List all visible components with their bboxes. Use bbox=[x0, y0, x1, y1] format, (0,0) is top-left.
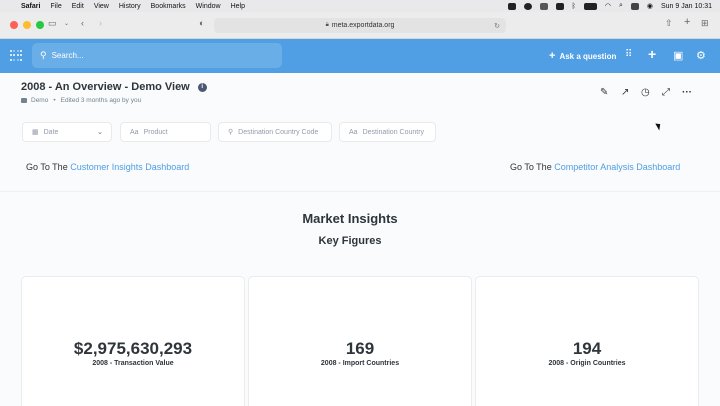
calendar-icon: ▦ bbox=[32, 129, 39, 136]
address-bar-url: meta.exportdata.org bbox=[331, 22, 395, 29]
settings-gear-icon[interactable]: ⚙ bbox=[696, 49, 706, 62]
filter-destination-country[interactable]: Aa Destination Country bbox=[339, 122, 436, 142]
kpi-label[interactable]: 2008 - Transaction Value bbox=[22, 360, 244, 367]
kpi-card-transaction-value[interactable]: $2,975,630,293 2008 - Transaction Value bbox=[21, 276, 245, 406]
section-divider bbox=[0, 191, 720, 192]
chevron-down-icon: ⌄ bbox=[97, 129, 103, 136]
kpi-value: 194 bbox=[572, 339, 602, 358]
activity-icon[interactable] bbox=[539, 2, 548, 10]
grid-browse-icon[interactable]: ⠿ bbox=[625, 49, 632, 60]
link-prefix: Go To The bbox=[510, 162, 552, 172]
metabase-logo-icon[interactable] bbox=[10, 50, 23, 62]
edit-pencil-icon[interactable]: ✎ bbox=[600, 87, 608, 98]
menu-bookmarks[interactable]: Bookmarks bbox=[151, 3, 186, 10]
plus-icon: + bbox=[549, 50, 556, 62]
chevron-down-icon[interactable]: ⌄ bbox=[64, 20, 69, 27]
browser-toolbar: ▭ ⌄ ‹ › ◐ 🔒︎ meta.exportdata.org ↻ ⇧ + ⊞ bbox=[0, 12, 720, 39]
menu-safari[interactable]: Safari bbox=[21, 3, 40, 10]
search-placeholder: Search... bbox=[51, 51, 84, 60]
fullscreen-icon[interactable]: ⤢ bbox=[662, 87, 670, 98]
wifi-icon[interactable]: ◠ bbox=[605, 2, 611, 10]
link-prefix: Go To The bbox=[26, 162, 68, 172]
more-options-icon[interactable]: ··· bbox=[682, 87, 692, 98]
spotlight-search-icon[interactable]: ⌕ bbox=[619, 2, 623, 10]
dashboard-meta: Demo • Edited 3 months ago by you bbox=[21, 97, 141, 104]
text-aa-icon: Aa bbox=[130, 128, 139, 136]
minimize-window-button[interactable] bbox=[23, 21, 31, 29]
address-bar[interactable]: 🔒︎ meta.exportdata.org ↻ bbox=[214, 18, 506, 33]
lock-icon: 🔒︎ bbox=[325, 22, 329, 28]
new-tab-icon[interactable]: + bbox=[684, 16, 690, 28]
menu-file[interactable]: File bbox=[50, 3, 61, 10]
menu-edit[interactable]: Edit bbox=[72, 3, 84, 10]
kpi-label[interactable]: 2008 - Import Countries bbox=[249, 360, 471, 367]
kpi-label[interactable]: 2008 - Origin Countries bbox=[476, 360, 698, 367]
menu-history[interactable]: History bbox=[119, 3, 141, 10]
sidebar-toggle-icon[interactable]: ▭ bbox=[48, 18, 57, 29]
filter-product-label: Product bbox=[143, 128, 168, 136]
close-window-button[interactable] bbox=[10, 21, 18, 29]
filter-product[interactable]: Aa Product bbox=[120, 122, 211, 142]
zoom-window-button[interactable] bbox=[36, 21, 44, 29]
customer-insights-dashboard-link[interactable]: Customer Insights Dashboard bbox=[70, 162, 189, 172]
collection-link[interactable]: Demo bbox=[31, 97, 48, 104]
activity-icon[interactable]: ▣ bbox=[673, 49, 683, 62]
filter-destination-country-code-label: Destination Country Code bbox=[238, 128, 319, 136]
search-input[interactable]: ⚲ Search... bbox=[32, 43, 282, 68]
menu-window[interactable]: Window bbox=[196, 3, 221, 10]
kpi-card-import-countries[interactable]: 169 2008 - Import Countries bbox=[248, 276, 472, 406]
folder-icon bbox=[21, 98, 27, 103]
record-icon[interactable] bbox=[507, 2, 516, 10]
kpi-card-origin-countries[interactable]: 194 2008 - Origin Countries bbox=[475, 276, 699, 406]
kpi-value: 169 bbox=[345, 339, 375, 358]
new-item-icon[interactable]: + bbox=[648, 46, 656, 62]
macos-menubar: Safari File Edit View History Bookmarks … bbox=[0, 0, 720, 12]
location-pin-icon: ⚲ bbox=[228, 129, 234, 136]
battery-icon[interactable] bbox=[583, 2, 597, 10]
dashboard-title[interactable]: 2008 - An Overview - Demo View bbox=[21, 81, 190, 93]
menubar-clock[interactable]: Sun 9 Jan 10:31 bbox=[661, 3, 712, 10]
share-arrow-icon[interactable]: ↗ bbox=[621, 87, 629, 98]
last-edited[interactable]: Edited 3 months ago by you bbox=[61, 97, 142, 104]
ask-question-label: Ask a question bbox=[559, 51, 617, 61]
dashboard-title-row: 2008 - An Overview - Demo View i bbox=[21, 81, 207, 93]
text-aa-icon: Aa bbox=[349, 128, 358, 136]
competitor-analysis-link-text: Go To The Competitor Analysis Dashboard bbox=[510, 162, 680, 172]
filter-destination-country-label: Destination Country bbox=[362, 128, 425, 136]
info-icon[interactable]: i bbox=[197, 82, 207, 92]
section-title: Market Insights bbox=[302, 211, 398, 226]
script-icon[interactable] bbox=[555, 2, 564, 10]
share-icon[interactable]: ⇧ bbox=[665, 18, 673, 29]
tab-overview-icon[interactable]: ⊞ bbox=[701, 18, 709, 29]
search-icon: ⚲ bbox=[40, 50, 47, 60]
filter-date-label: Date bbox=[43, 128, 59, 136]
privacy-shield-icon[interactable]: ◐ bbox=[199, 18, 204, 28]
competitor-analysis-dashboard-link[interactable]: Competitor Analysis Dashboard bbox=[554, 162, 680, 172]
control-center-icon[interactable] bbox=[630, 2, 639, 10]
mouse-cursor bbox=[655, 121, 663, 131]
forward-icon[interactable]: › bbox=[99, 18, 102, 28]
menubar-status-area: ᛒ ◠ ⌕ ◉ Sun 9 Jan 10:31 bbox=[507, 2, 712, 10]
filter-date[interactable]: ▦ Date ⌄ bbox=[22, 122, 112, 142]
menu-help[interactable]: Help bbox=[231, 3, 245, 10]
bluetooth-icon[interactable]: ᛒ bbox=[572, 3, 576, 10]
auto-refresh-clock-icon[interactable]: ◷ bbox=[641, 87, 650, 98]
reload-icon[interactable]: ↻ bbox=[494, 22, 500, 30]
kpi-value: $2,975,630,293 bbox=[73, 339, 193, 358]
back-icon[interactable]: ‹ bbox=[81, 18, 84, 28]
filter-destination-country-code[interactable]: ⚲ Destination Country Code bbox=[218, 122, 332, 142]
section-subtitle: Key Figures bbox=[318, 235, 382, 247]
separator-dot: • bbox=[53, 97, 56, 104]
customer-insights-link-text: Go To The Customer Insights Dashboard bbox=[26, 162, 189, 172]
window-controls bbox=[10, 21, 44, 29]
menu-view[interactable]: View bbox=[94, 3, 109, 10]
wechat-icon[interactable] bbox=[523, 2, 532, 10]
ask-question-button[interactable]: + Ask a question bbox=[549, 50, 616, 62]
siri-icon[interactable]: ◉ bbox=[647, 2, 653, 10]
